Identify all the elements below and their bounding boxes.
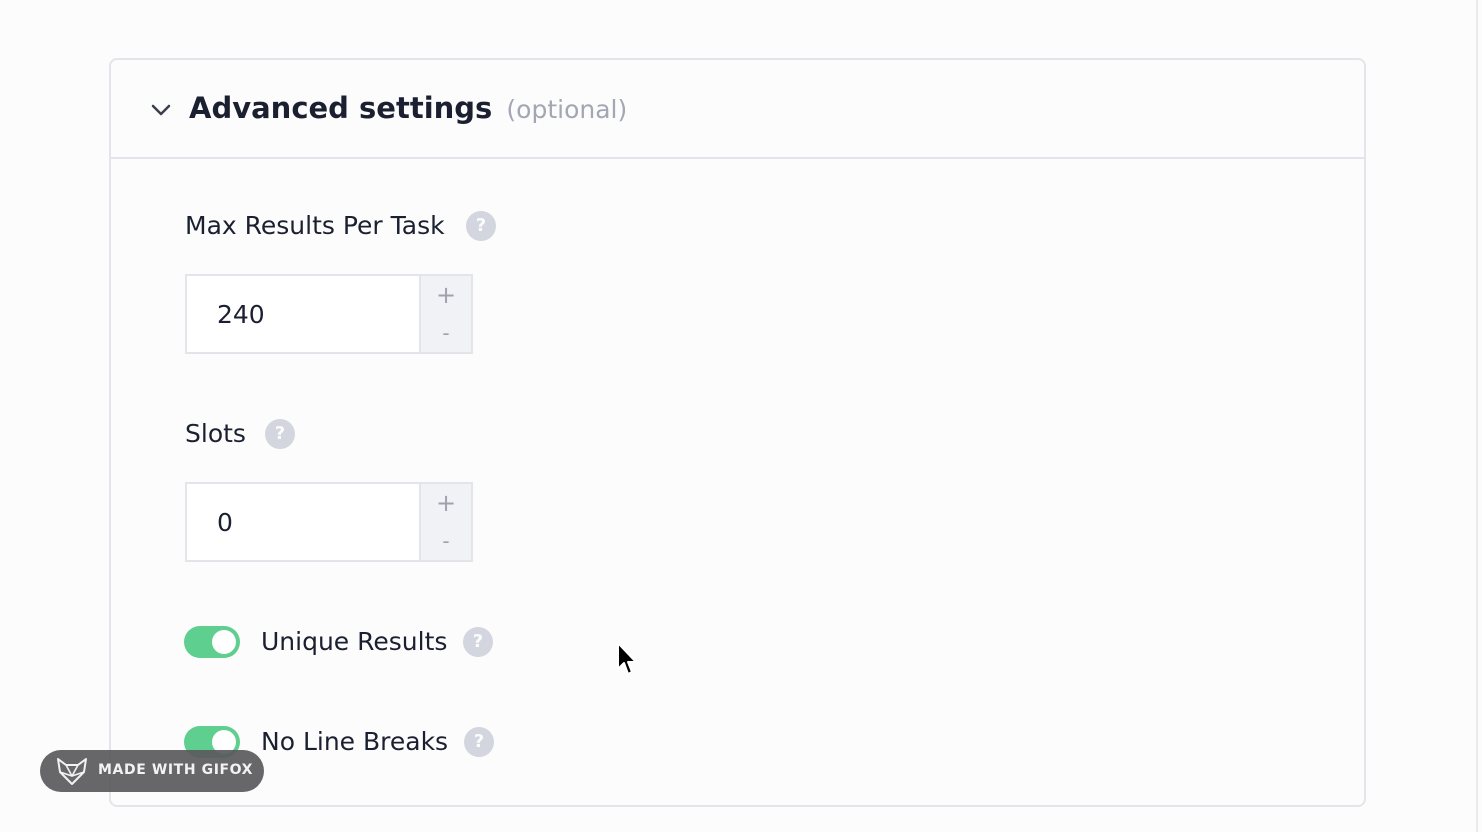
mouse-cursor-icon (617, 642, 637, 675)
slots-input[interactable] (187, 484, 419, 560)
slots-decrement-button[interactable]: - (421, 522, 471, 560)
window-edge (1476, 0, 1478, 832)
advanced-settings-panel: Advanced settings (optional) Max Results… (109, 58, 1366, 807)
slots-stepper: + - (185, 482, 473, 562)
max-results-stepper: + - (185, 274, 473, 354)
no-line-breaks-help-icon[interactable]: ? (464, 727, 494, 757)
advanced-settings-header[interactable]: Advanced settings (optional) (111, 60, 1364, 159)
watermark-text: MADE WITH GIFOX (98, 762, 254, 778)
unique-results-help-icon[interactable]: ? (463, 627, 493, 657)
max-results-input[interactable] (187, 276, 419, 352)
slots-label: Slots (185, 419, 246, 448)
slots-help-icon[interactable]: ? (265, 419, 295, 449)
unique-results-label: Unique Results (261, 627, 448, 656)
max-results-help-icon[interactable]: ? (466, 211, 496, 241)
panel-title-text: Advanced settings (189, 91, 493, 125)
slots-stepper-controls: + - (419, 484, 471, 560)
panel-title-optional: (optional) (506, 95, 628, 124)
slots-increment-button[interactable]: + (421, 484, 471, 522)
panel-title: Advanced settings (optional) (189, 91, 627, 125)
fox-logo-icon (57, 758, 87, 785)
toggle-knob (212, 630, 236, 654)
gifox-watermark: MADE WITH GIFOX (40, 750, 264, 792)
max-results-decrement-button[interactable]: - (421, 314, 471, 352)
unique-results-toggle[interactable] (184, 626, 240, 658)
max-results-stepper-controls: + - (419, 276, 471, 352)
max-results-label: Max Results Per Task (185, 211, 445, 240)
no-line-breaks-label: No Line Breaks (261, 727, 449, 756)
chevron-down-icon[interactable] (149, 98, 173, 122)
max-results-increment-button[interactable]: + (421, 276, 471, 314)
